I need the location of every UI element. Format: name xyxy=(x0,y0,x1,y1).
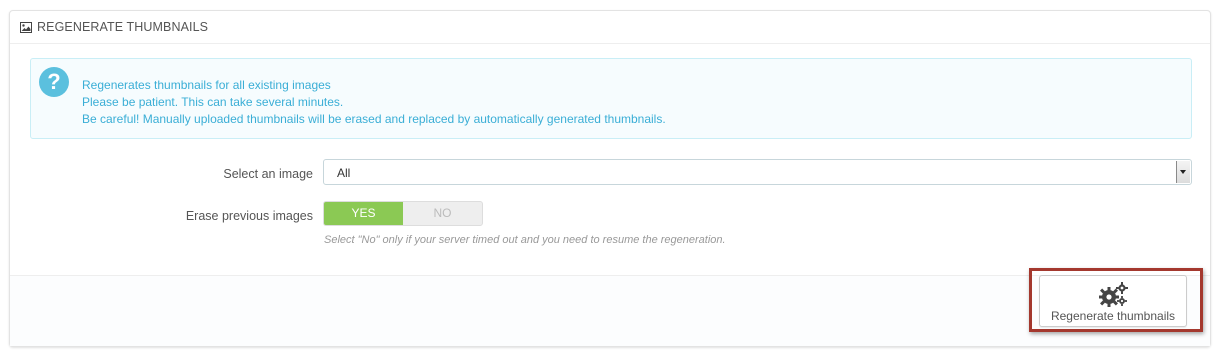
alert-message: Regenerates thumbnails for all existing … xyxy=(82,77,666,128)
alert-line: Regenerates thumbnails for all existing … xyxy=(82,78,331,92)
erase-previous-label: Erase previous images xyxy=(185,209,313,223)
regenerate-button-label: Regenerate thumbnails xyxy=(1050,309,1176,323)
chevron-down-icon[interactable] xyxy=(1176,161,1190,183)
alert-line: Be careful! Manually uploaded thumbnails… xyxy=(82,112,666,126)
erase-help-text: Select "No" only if your server timed ou… xyxy=(324,234,726,246)
select-image-label: Select an image xyxy=(223,167,313,181)
question-icon: ? xyxy=(39,67,69,97)
image-type-select[interactable]: All xyxy=(323,159,1192,185)
panel-title: REGENERATE THUMBNAILS xyxy=(37,20,209,34)
erase-previous-toggle[interactable]: YES NO xyxy=(323,201,483,226)
regenerate-thumbnails-button[interactable]: Regenerate thumbnails xyxy=(1039,275,1187,327)
toggle-yes-option[interactable]: YES xyxy=(324,202,403,225)
panel-heading: REGENERATE THUMBNAILS xyxy=(10,11,1210,44)
toggle-no-option[interactable]: NO xyxy=(403,202,482,225)
picture-icon xyxy=(20,22,32,33)
alert-line: Please be patient. This can take several… xyxy=(82,95,344,109)
select-value: All xyxy=(337,166,351,180)
info-alert: ? Regenerates thumbnails for all existin… xyxy=(30,58,1192,139)
cogs-icon xyxy=(1099,282,1128,307)
